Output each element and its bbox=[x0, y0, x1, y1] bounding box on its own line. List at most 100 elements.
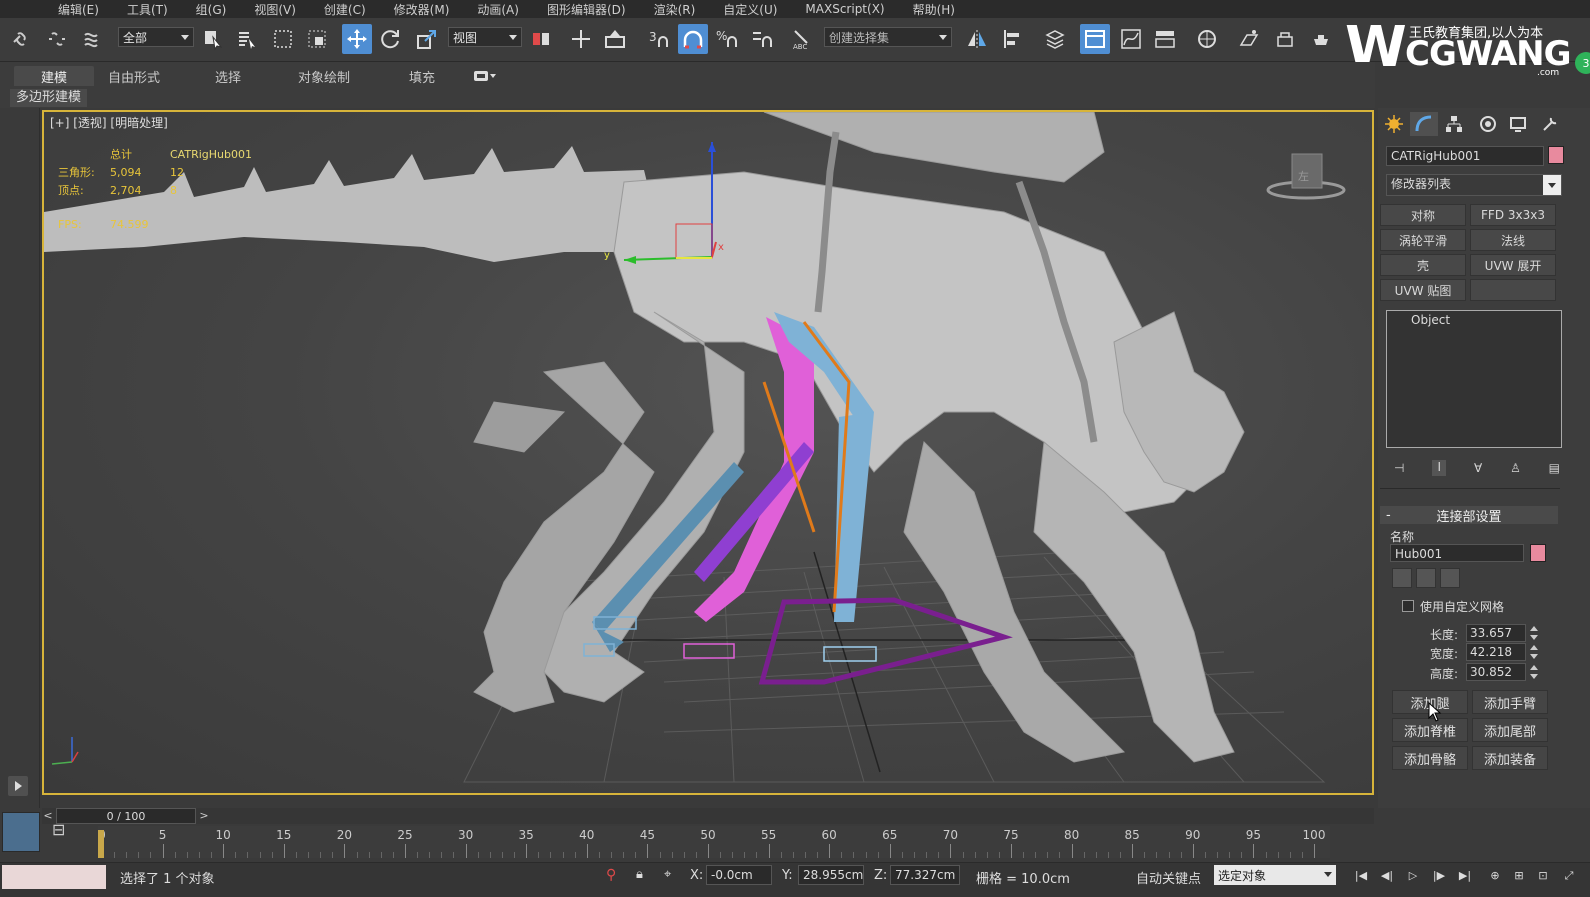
open-mini-curve-editor-icon[interactable]: ⊟ bbox=[52, 820, 76, 844]
zoom-extents-icon[interactable]: ⊡ bbox=[1534, 867, 1552, 885]
go-to-end-icon[interactable]: ▶| bbox=[1456, 867, 1474, 885]
time-slider-next-icon[interactable]: > bbox=[198, 808, 210, 824]
menu-item-10[interactable]: MAXScript(X) bbox=[805, 2, 900, 16]
rollout-collapse-icon[interactable]: - bbox=[1386, 508, 1391, 523]
manipulate-icon[interactable] bbox=[566, 24, 596, 54]
maxscript-mini-listener[interactable] bbox=[2, 812, 40, 852]
render-production-icon[interactable] bbox=[1306, 24, 1336, 54]
use-custom-mesh-checkbox[interactable] bbox=[1402, 600, 1414, 612]
selection-lock-icon[interactable]: 🔒︎ bbox=[636, 867, 643, 882]
add-rigging-button[interactable]: 添加装备 bbox=[1472, 746, 1548, 770]
layer-manager-icon[interactable] bbox=[1040, 24, 1070, 54]
perspective-viewport[interactable]: y x [+] [透视] [明暗处理] 左 总计 CATRigHub001 三角形… bbox=[42, 110, 1374, 795]
width-spinner[interactable]: 42.218 bbox=[1466, 643, 1526, 661]
show-end-result-icon[interactable]: I bbox=[1432, 460, 1447, 476]
expand-panel-icon[interactable] bbox=[8, 776, 28, 796]
select-by-name-icon[interactable] bbox=[232, 24, 262, 54]
menu-item-5[interactable]: 修改器(M) bbox=[394, 1, 466, 18]
mod-ffd-button[interactable]: FFD 3x3x3 bbox=[1470, 204, 1556, 226]
edit-named-selection-icon[interactable]: ABC bbox=[786, 24, 816, 54]
material-editor-icon[interactable] bbox=[1192, 24, 1222, 54]
viewcube-label[interactable]: 左 bbox=[1298, 168, 1309, 184]
make-unique-icon[interactable]: ∀ bbox=[1474, 461, 1482, 475]
key-filter-dropdown[interactable]: 选定对象 bbox=[1214, 865, 1336, 885]
mod-normal-button[interactable]: 法线 bbox=[1470, 229, 1556, 251]
pin-stack-icon[interactable]: ⊣ bbox=[1394, 461, 1404, 475]
mod-symmetry-button[interactable]: 对称 bbox=[1380, 204, 1466, 226]
add-arm-button[interactable]: 添加手臂 bbox=[1472, 690, 1548, 714]
select-and-scale-icon[interactable] bbox=[412, 24, 442, 54]
menu-item-6[interactable]: 动画(A) bbox=[477, 1, 535, 18]
selection-filter-dropdown[interactable]: 全部 bbox=[118, 27, 194, 47]
angle-snap-icon[interactable] bbox=[678, 24, 708, 54]
previous-frame-icon[interactable]: ◀| bbox=[1378, 867, 1396, 885]
mod-empty-button[interactable] bbox=[1470, 279, 1556, 301]
copy-icon[interactable] bbox=[1392, 568, 1412, 588]
play-icon[interactable]: ▷ bbox=[1404, 867, 1422, 885]
mirror-icon[interactable] bbox=[962, 24, 992, 54]
menu-item-3[interactable]: 视图(V) bbox=[254, 1, 312, 18]
display-tab-icon[interactable] bbox=[1504, 112, 1532, 136]
reference-coord-dropdown[interactable]: 视图 bbox=[448, 27, 522, 47]
menu-item-8[interactable]: 渲染(R) bbox=[654, 1, 712, 18]
mod-turbosmooth-button[interactable]: 涡轮平滑 bbox=[1380, 229, 1466, 251]
rect-selection-region-icon[interactable] bbox=[268, 24, 298, 54]
align-icon[interactable] bbox=[998, 24, 1028, 54]
pivot-center-icon[interactable] bbox=[526, 24, 556, 54]
paste-mirror-icon[interactable] bbox=[1440, 568, 1460, 588]
height-spinner[interactable]: 30.852 bbox=[1466, 663, 1526, 681]
x-coord-field[interactable]: -0.0cm bbox=[706, 865, 772, 885]
length-spinner-arrows[interactable] bbox=[1530, 624, 1538, 642]
create-tab-icon[interactable] bbox=[1380, 112, 1408, 136]
mod-unwrap-uvw-button[interactable]: UVW 展开 bbox=[1470, 254, 1556, 276]
bind-space-warp-icon[interactable] bbox=[78, 24, 108, 54]
object-color-swatch[interactable] bbox=[1548, 146, 1564, 164]
tab-freeform[interactable]: 自由形式 bbox=[96, 66, 172, 86]
menu-item-2[interactable]: 组(G) bbox=[196, 1, 243, 18]
length-spinner[interactable]: 33.657 bbox=[1466, 624, 1526, 642]
add-tail-button[interactable]: 添加尾部 bbox=[1472, 718, 1548, 742]
add-bone-button[interactable]: 添加骨骼 bbox=[1392, 746, 1468, 770]
tab-object-paint[interactable]: 对象绘制 bbox=[286, 66, 362, 86]
next-frame-icon[interactable]: |▶ bbox=[1430, 867, 1448, 885]
select-and-rotate-icon[interactable] bbox=[376, 24, 406, 54]
hub-name-field[interactable]: Hub001 bbox=[1390, 544, 1524, 562]
menu-item-1[interactable]: 工具(T) bbox=[127, 1, 184, 18]
select-and-link-icon[interactable] bbox=[6, 24, 36, 54]
unlink-icon[interactable] bbox=[42, 24, 72, 54]
go-to-start-icon[interactable]: |◀ bbox=[1352, 867, 1370, 885]
schematic-view-icon[interactable] bbox=[1150, 24, 1180, 54]
z-coord-field[interactable]: 77.327cm bbox=[890, 865, 960, 885]
polygon-modeling-label[interactable]: 多边形建模 bbox=[10, 89, 88, 107]
menu-item-9[interactable]: 自定义(U) bbox=[723, 1, 793, 18]
modify-tab-icon[interactable] bbox=[1410, 112, 1438, 136]
ribbon-options-icon[interactable] bbox=[470, 66, 500, 86]
window-crossing-icon[interactable] bbox=[302, 24, 332, 54]
modifier-stack[interactable]: Object bbox=[1386, 310, 1562, 448]
hub-color-swatch[interactable] bbox=[1530, 544, 1546, 562]
render-setup-icon[interactable] bbox=[1234, 24, 1264, 54]
tab-populate[interactable]: 填充 bbox=[396, 66, 448, 86]
menu-item-11[interactable]: 帮助(H) bbox=[913, 1, 971, 18]
hierarchy-tab-icon[interactable] bbox=[1440, 112, 1468, 136]
time-slider-knob[interactable]: 0 / 100 bbox=[56, 808, 196, 824]
utilities-tab-icon[interactable] bbox=[1536, 112, 1564, 136]
mod-shell-button[interactable]: 壳 bbox=[1380, 254, 1466, 276]
named-selection-dropdown[interactable]: 创建选择集 bbox=[824, 27, 952, 47]
motion-tab-icon[interactable] bbox=[1474, 112, 1502, 136]
width-spinner-arrows[interactable] bbox=[1530, 643, 1538, 661]
mod-uvw-map-button[interactable]: UVW 贴图 bbox=[1380, 279, 1466, 301]
menu-item-4[interactable]: 创建(C) bbox=[324, 1, 382, 18]
percent-snap-icon[interactable]: % bbox=[712, 24, 742, 54]
zoom-icon[interactable]: ⊕ bbox=[1486, 867, 1504, 885]
tab-selection[interactable]: 选择 bbox=[196, 66, 260, 86]
time-slider[interactable]: < 0 / 100 > bbox=[42, 808, 1374, 824]
scene-explorer-icon[interactable] bbox=[1080, 24, 1110, 54]
tab-modeling[interactable]: 建模 bbox=[14, 66, 94, 86]
y-coord-field[interactable]: 28.955cm bbox=[798, 865, 864, 885]
object-name-field[interactable]: CATRigHub001 bbox=[1386, 146, 1544, 166]
select-and-move-icon[interactable] bbox=[342, 24, 372, 54]
modifier-list-dropdown[interactable]: 修改器列表 bbox=[1386, 174, 1562, 196]
viewport-label[interactable]: [+] [透视] [明暗处理] bbox=[50, 114, 168, 131]
current-frame-marker[interactable] bbox=[98, 830, 104, 858]
